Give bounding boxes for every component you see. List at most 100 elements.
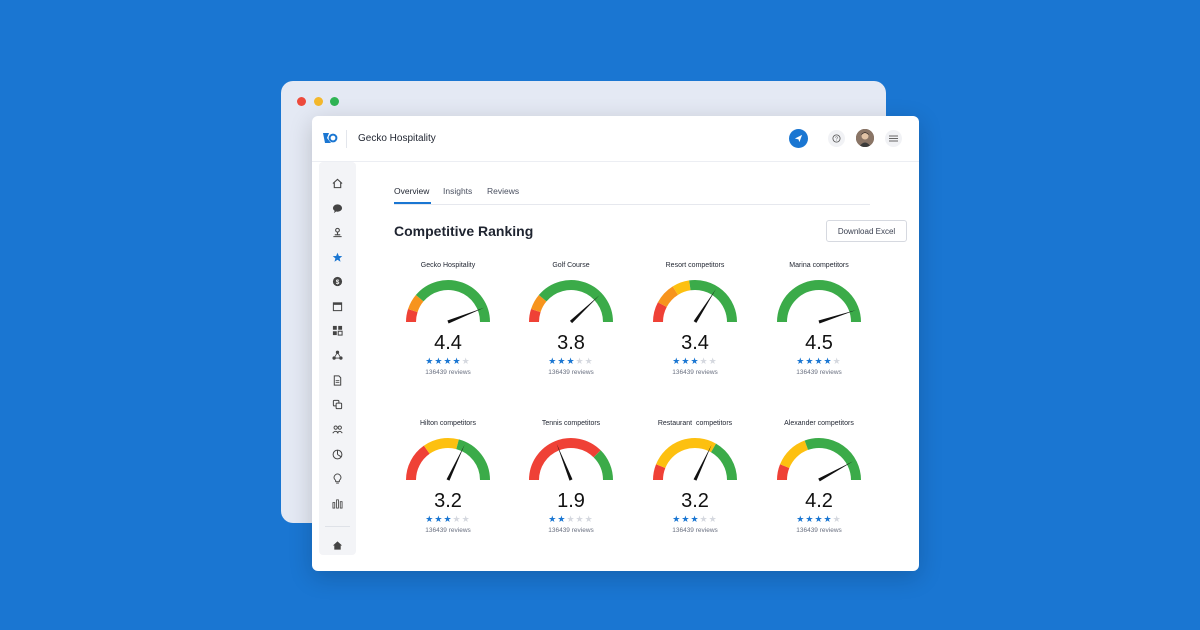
star-icon: [332, 252, 343, 262]
star-icon: ★: [425, 356, 435, 366]
gauge-zone-green: [777, 280, 861, 323]
gauge-card: Alexander competitors 4.2 ★★★★★ 136439 revi…: [759, 420, 879, 550]
review-count: 136439 reviews: [548, 527, 594, 534]
menu-button[interactable]: [885, 130, 902, 147]
svg-text:?: ?: [835, 136, 838, 142]
gauge-zone-green: [710, 443, 737, 481]
star-icon: ★: [443, 356, 453, 366]
sidebar-item-home-bottom[interactable]: [331, 539, 344, 552]
gauge-dial: [529, 438, 613, 481]
app-header: Gecko Hospitality ?: [312, 116, 919, 162]
nodes-icon: [332, 350, 343, 360]
gauge-zone-red: [653, 302, 667, 323]
star-icon: ★: [814, 514, 824, 524]
sidebar-item-locations[interactable]: [331, 226, 344, 239]
sidebar-item-ideas[interactable]: [331, 472, 344, 485]
sidebar-item-integrations[interactable]: [331, 349, 344, 362]
star-icon: ★: [708, 514, 718, 524]
gauge-zone-green: [415, 280, 490, 323]
grid-icon: [332, 325, 343, 336]
star-icon: ★: [548, 514, 558, 524]
sidebar-item-apps[interactable]: [331, 324, 344, 337]
star-icon: ★: [566, 356, 576, 366]
gauge-zone-green: [593, 450, 613, 481]
gauge-card: Restaurant competitors 3.2 ★★★★★ 136439 rev…: [635, 420, 755, 550]
sidebar-item-copies[interactable]: [331, 398, 344, 411]
star-icon: ★: [699, 514, 709, 524]
star-rating: ★★★★★: [388, 514, 508, 525]
gauge-needle: [446, 444, 465, 481]
star-rating: ★★★★★: [635, 514, 755, 525]
gauge-value: 4.2: [805, 490, 833, 512]
sidebar-item-reports[interactable]: [331, 497, 344, 510]
gauge-title: Marina competitors: [789, 262, 849, 269]
gauge-dial: [777, 280, 861, 324]
page-title: Competitive Ranking: [394, 223, 534, 239]
avatar[interactable]: [856, 129, 874, 147]
star-icon: ★: [672, 356, 682, 366]
sidebar-item-home[interactable]: [331, 177, 344, 190]
star-rating: ★★★★★: [511, 356, 631, 367]
sidebar-item-analytics[interactable]: [331, 448, 344, 461]
gauge-title: Restaurant competitors: [657, 420, 733, 427]
gauge-value: 1.9: [557, 490, 585, 512]
help-button[interactable]: ?: [828, 130, 845, 147]
gauge-needle: [818, 309, 857, 324]
sidebar-item-people[interactable]: [331, 423, 344, 436]
star-icon: ★: [548, 356, 558, 366]
sidebar-item-calendar[interactable]: [331, 300, 344, 313]
sidebar-item-billing[interactable]: $: [331, 275, 344, 288]
gauge-value: 3.8: [557, 332, 585, 354]
gauge-zone-red: [529, 438, 601, 481]
gauge-needle: [569, 295, 600, 324]
gauge-zone-yellow: [672, 280, 691, 295]
window-maximize-dot[interactable]: [330, 97, 339, 106]
dollar-icon: $: [332, 276, 343, 287]
tab-insights[interactable]: Insights: [443, 186, 472, 196]
star-icon: ★: [796, 514, 806, 524]
gauge-card: Hilton competitors 3.2 ★★★★★ 136439 reviews: [388, 420, 508, 550]
star-rating: ★★★★★: [759, 514, 879, 525]
gauge-value: 4.4: [434, 332, 462, 354]
tab-reviews[interactable]: Reviews: [487, 186, 519, 196]
people-icon: [332, 425, 343, 434]
star-icon: ★: [461, 356, 471, 366]
star-icon: ★: [832, 356, 842, 366]
gauge-dial: [529, 280, 613, 324]
sidebar-item-messages[interactable]: [331, 202, 344, 215]
review-count: 136439 reviews: [425, 369, 471, 376]
gauge-dial: [406, 438, 490, 481]
tab-overview[interactable]: Overview: [394, 186, 429, 196]
send-button[interactable]: [789, 129, 808, 148]
logo-icon[interactable]: [322, 130, 338, 146]
gauge-zone-orange: [408, 295, 424, 313]
sidebar-item-documents[interactable]: [331, 374, 344, 387]
calendar-icon: [332, 302, 343, 312]
review-count: 136439 reviews: [425, 527, 471, 534]
star-icon: ★: [832, 514, 842, 524]
download-excel-button[interactable]: Download Excel: [826, 220, 907, 242]
star-icon: ★: [814, 356, 824, 366]
gauge-zone-green: [689, 280, 737, 323]
gauge-value: 4.5: [805, 332, 833, 354]
lightbulb-icon: [333, 473, 342, 484]
window-close-dot[interactable]: [297, 97, 306, 106]
review-count: 136439 reviews: [796, 369, 842, 376]
gauge-needle: [447, 307, 485, 324]
star-icon: ★: [575, 356, 585, 366]
gauge-zone-red: [406, 445, 430, 481]
svg-text:$: $: [336, 279, 340, 286]
gauge-title: Hilton competitors: [419, 420, 477, 427]
sidebar-item-reviews[interactable]: [331, 251, 344, 264]
document-icon: [333, 375, 342, 386]
chat-icon: [332, 204, 343, 214]
star-icon: ★: [452, 514, 462, 524]
location-pin-icon: [333, 227, 342, 238]
star-icon: ★: [690, 356, 700, 366]
gauge-card: Gecko Hospitality 4.4 ★★★★★ 136439 reviews: [388, 262, 508, 392]
copy-icon: [332, 399, 343, 410]
window-minimize-dot[interactable]: [314, 97, 323, 106]
gauge-title: Tennis competitors: [541, 420, 601, 427]
gauge-zone-red: [406, 309, 418, 323]
tab-bar: Overview Insights Reviews: [394, 184, 870, 205]
